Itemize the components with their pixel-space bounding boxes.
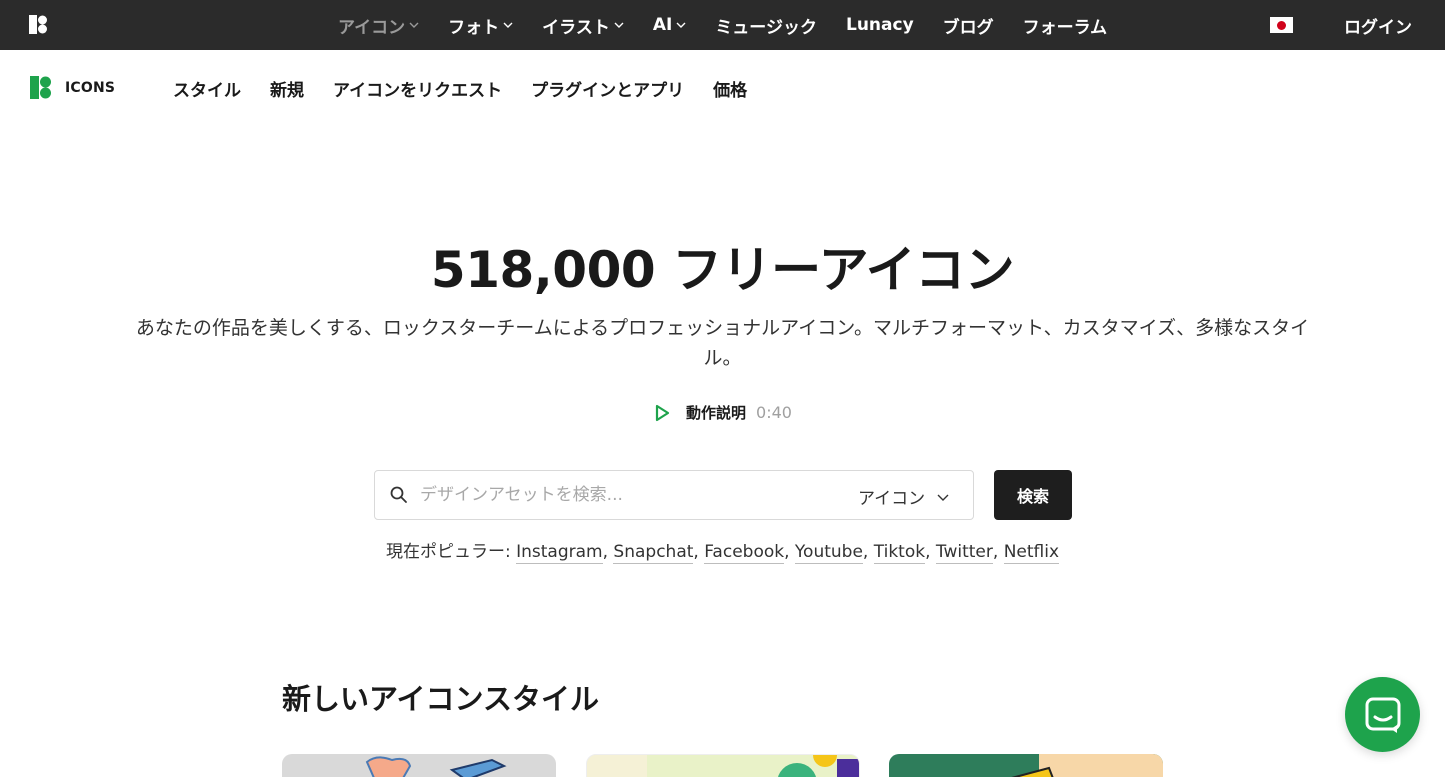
icons-brand-link[interactable]: ICONS bbox=[30, 76, 115, 99]
popular-link-twitter[interactable]: Twitter bbox=[935, 542, 993, 564]
top-nav-label: フォーラム bbox=[1022, 17, 1108, 38]
section-title: 新しいアイコンスタイル bbox=[282, 682, 599, 716]
popular-link-instagram[interactable]: Instagram bbox=[516, 542, 603, 564]
chevron-down-icon bbox=[676, 22, 686, 28]
japan-flag-icon[interactable] bbox=[1270, 17, 1293, 33]
popular-link-youtube[interactable]: Youtube bbox=[794, 542, 863, 564]
search-icon bbox=[390, 486, 407, 503]
top-nav-item-icons[interactable]: アイコン bbox=[338, 13, 419, 38]
chat-support-button[interactable] bbox=[1345, 677, 1420, 752]
top-nav-label: フォト bbox=[448, 17, 500, 38]
subnav-item-pricing[interactable]: 価格 bbox=[713, 76, 747, 101]
secondary-nav: スタイル 新規 アイコンをリクエスト プラグインとアプリ 価格 bbox=[173, 76, 776, 101]
hero-title: 518,000 フリーアイコン bbox=[430, 241, 1015, 299]
chevron-down-icon bbox=[409, 22, 419, 28]
login-link[interactable]: ログイン bbox=[1344, 13, 1412, 38]
secondary-nav-bar: ICONS スタイル 新規 アイコンをリクエスト プラグインとアプリ 価格 bbox=[0, 50, 1445, 126]
search-button[interactable]: 検索 bbox=[994, 470, 1072, 520]
top-nav: アイコン フォト イラスト AI ミュージック Lunacy ブログ フォーラム bbox=[338, 0, 1136, 50]
chevron-down-icon bbox=[614, 22, 624, 28]
popular-searches: 現在ポピュラー: Instagram, Snapchat, Facebook, … bbox=[385, 542, 1060, 564]
top-nav-item-music[interactable]: ミュージック bbox=[715, 13, 817, 38]
hero-description: あなたの作品を美しくする、ロックスターチームによるプロフェッショナルアイコン。マ… bbox=[135, 317, 1310, 369]
style-card-illustration bbox=[647, 755, 859, 777]
subnav-item-styles[interactable]: スタイル bbox=[173, 76, 241, 101]
style-card-illustration bbox=[365, 756, 507, 777]
video-label: 動作説明 bbox=[686, 404, 747, 422]
top-nav-item-blog[interactable]: ブログ bbox=[943, 13, 994, 38]
popular-prefix: 現在ポピュラー: bbox=[385, 542, 511, 562]
subnav-item-request-icon[interactable]: アイコンをリクエスト bbox=[333, 76, 502, 101]
style-card[interactable] bbox=[889, 754, 1163, 777]
style-card[interactable] bbox=[282, 754, 556, 777]
style-card[interactable] bbox=[586, 754, 860, 777]
popular-link-netflix[interactable]: Netflix bbox=[1003, 542, 1060, 564]
top-nav-label: Lunacy bbox=[845, 15, 914, 35]
top-bar: アイコン フォト イラスト AI ミュージック Lunacy ブログ フォーラム… bbox=[0, 0, 1445, 50]
subnav-item-new[interactable]: 新規 bbox=[270, 76, 304, 101]
top-nav-item-ai[interactable]: AI bbox=[653, 15, 686, 35]
asset-type-label: アイコン bbox=[858, 489, 926, 509]
top-nav-item-photos[interactable]: フォト bbox=[448, 13, 513, 38]
brand-text: ICONS bbox=[65, 79, 116, 96]
icons8-logo-icon[interactable] bbox=[29, 15, 49, 34]
top-nav-label: アイコン bbox=[338, 17, 406, 38]
video-duration: 0:40 bbox=[756, 403, 792, 422]
asset-type-dropdown[interactable]: アイコン bbox=[858, 484, 949, 509]
top-nav-item-forum[interactable]: フォーラム bbox=[1023, 13, 1108, 38]
top-nav-label: AI bbox=[652, 15, 673, 35]
how-it-works-video-link[interactable]: 動作説明 0:40 bbox=[654, 402, 792, 423]
popular-link-snapchat[interactable]: Snapchat bbox=[613, 542, 694, 564]
chat-icon bbox=[1365, 697, 1400, 733]
popular-link-tiktok[interactable]: Tiktok bbox=[873, 542, 926, 564]
top-nav-label: ミュージック bbox=[715, 17, 817, 38]
top-nav-label: ブログ bbox=[942, 17, 994, 38]
play-icon bbox=[655, 404, 670, 421]
search-box: アイコン bbox=[374, 470, 974, 520]
style-card-illustration bbox=[1011, 754, 1163, 777]
top-nav-item-lunacy[interactable]: Lunacy bbox=[846, 15, 914, 35]
top-nav-item-illustrations[interactable]: イラスト bbox=[542, 13, 624, 38]
top-nav-label: イラスト bbox=[542, 17, 610, 38]
popular-link-facebook[interactable]: Facebook bbox=[704, 542, 785, 564]
chevron-down-icon bbox=[503, 22, 513, 28]
subnav-item-plugins-apps[interactable]: プラグインとアプリ bbox=[531, 76, 684, 101]
icons8-green-logo-icon bbox=[30, 76, 51, 99]
search-input[interactable] bbox=[420, 481, 820, 509]
chevron-down-icon bbox=[937, 494, 949, 501]
